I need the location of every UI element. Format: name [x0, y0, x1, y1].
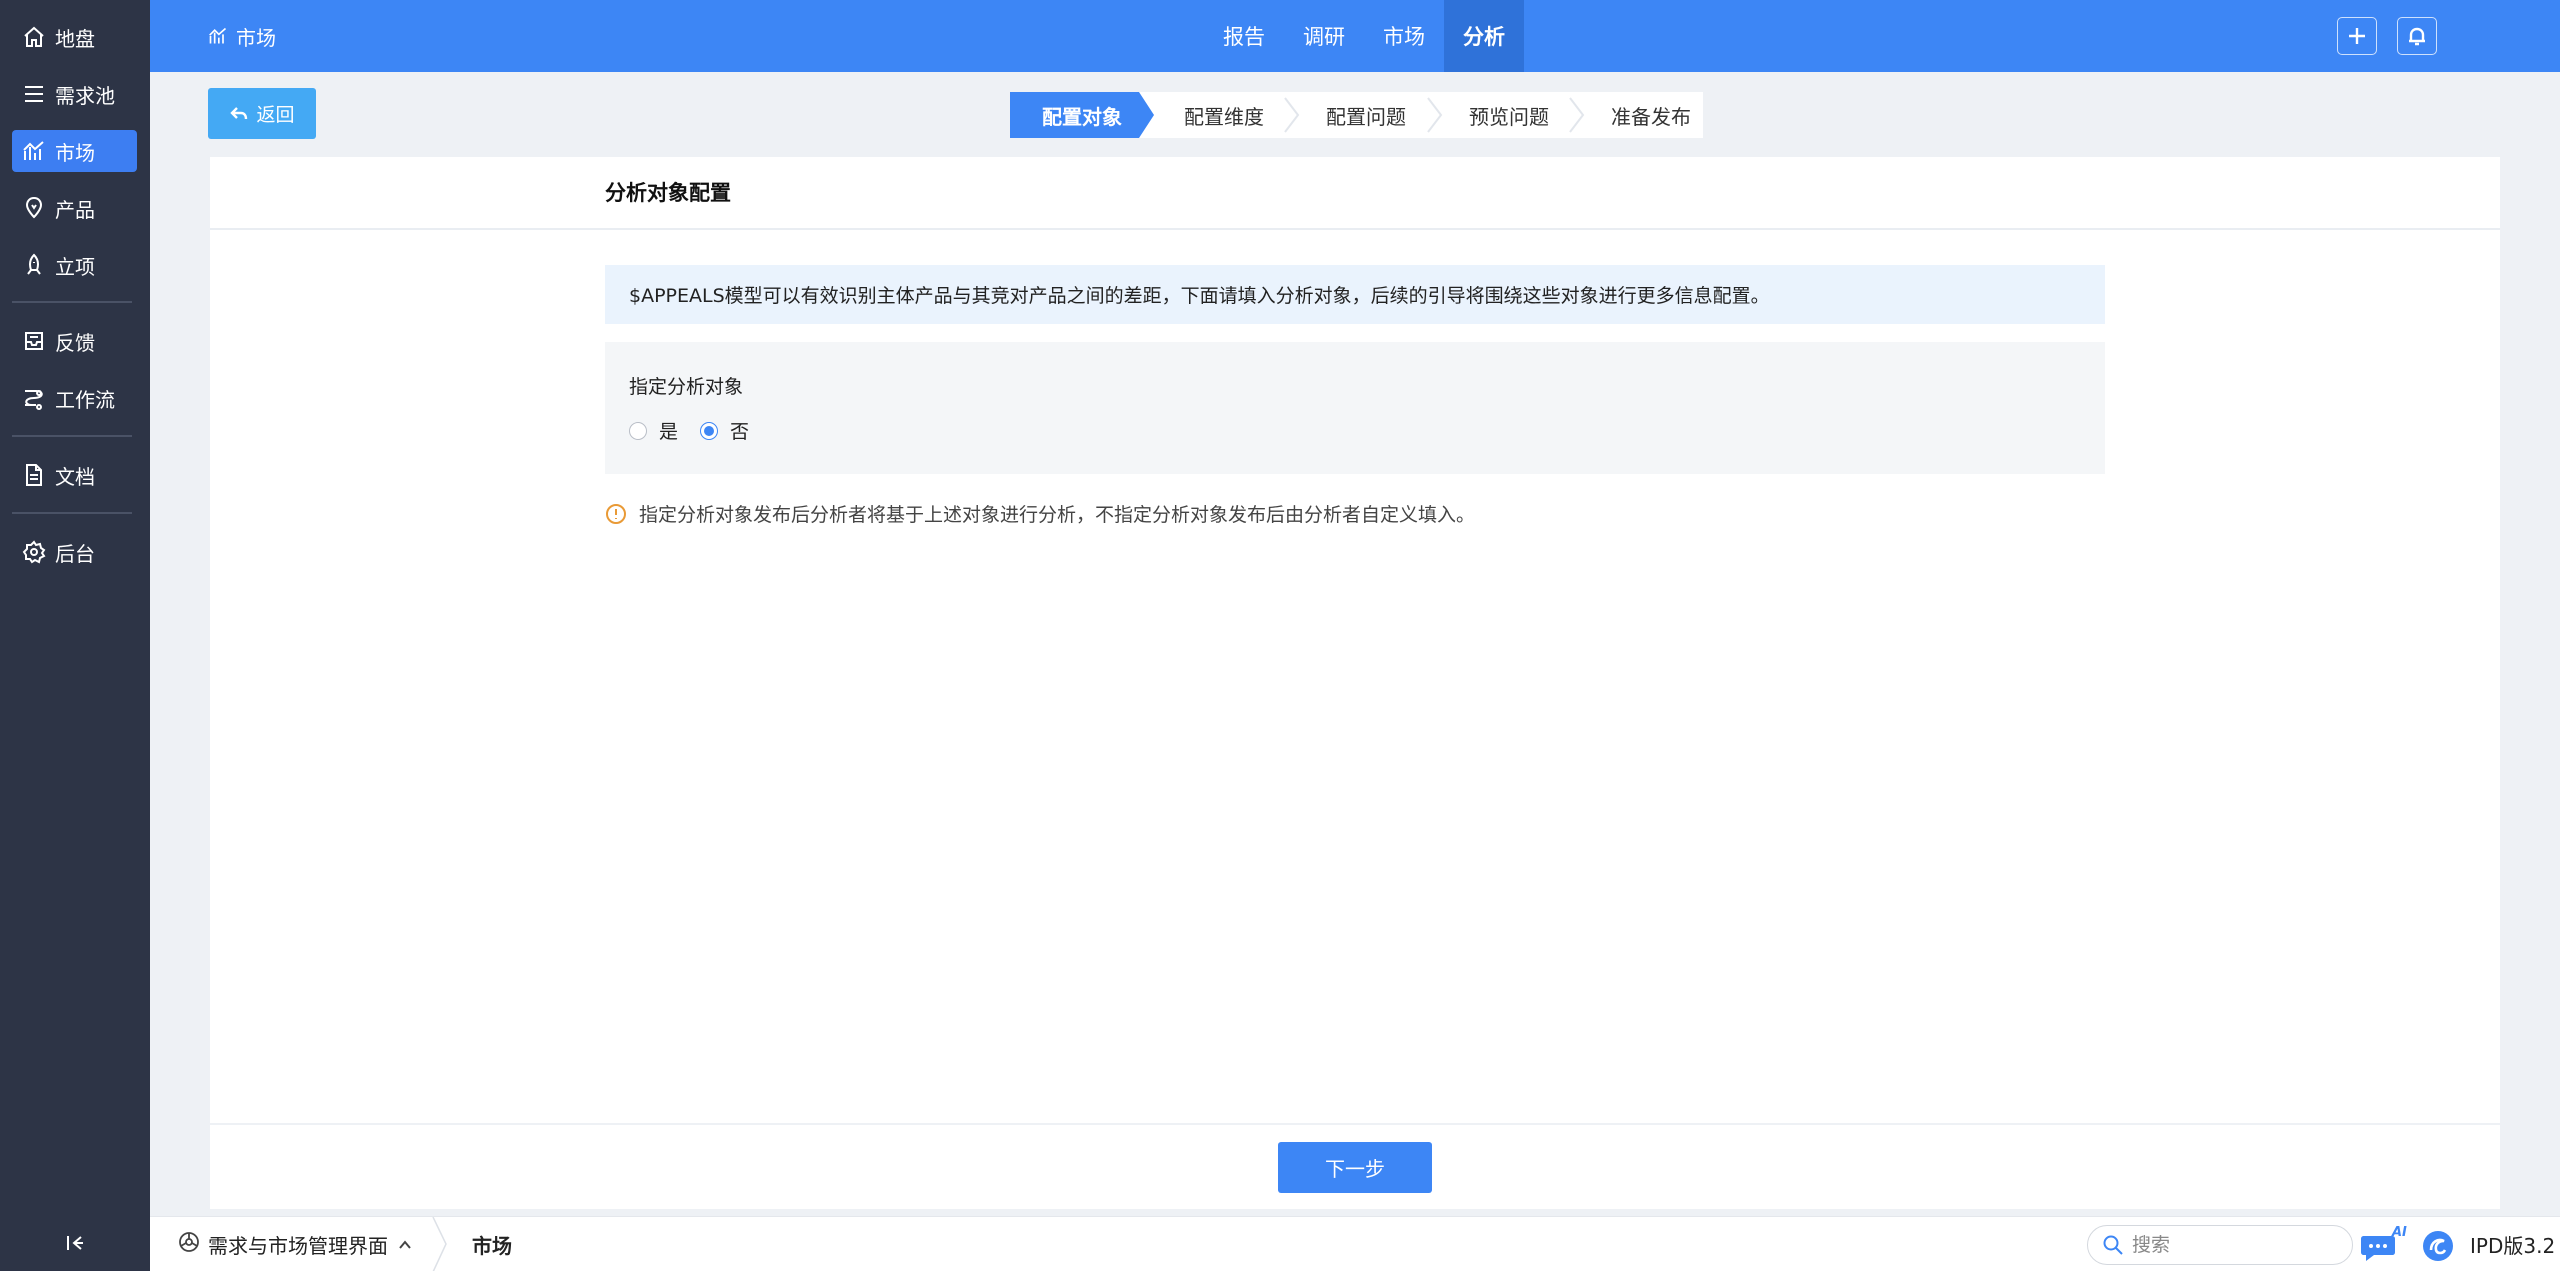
- warning-note: 指定分析对象发布后分析者将基于上述对象进行分析，不指定分析对象发布后由分析者自定…: [605, 500, 1475, 527]
- next-step-button[interactable]: 下一步: [1278, 1142, 1432, 1193]
- nav-research[interactable]: 调研: [1284, 0, 1364, 72]
- warning-text: 指定分析对象发布后分析者将基于上述对象进行分析，不指定分析对象发布后由分析者自定…: [639, 504, 1476, 526]
- inbox-icon: [21, 328, 47, 354]
- document-icon: [21, 462, 47, 488]
- back-button[interactable]: 返回: [208, 88, 316, 139]
- collapse-sidebar-button[interactable]: [62, 1230, 88, 1256]
- search-icon: [2103, 1235, 2123, 1255]
- radio-circle[interactable]: [700, 421, 719, 440]
- option-box: 指定分析对象 是 否: [605, 342, 2105, 474]
- radio-no-label: 否: [730, 421, 750, 443]
- sidebar-divider: [12, 301, 132, 303]
- sidebar-item-gongzuoliu[interactable]: 工作流: [12, 377, 137, 419]
- reply-arrow-icon: [230, 106, 248, 119]
- plus-icon: [2349, 28, 2365, 44]
- nav-analysis[interactable]: 分析: [1444, 0, 1524, 72]
- sidebar-item-label: 后台: [55, 541, 95, 566]
- sidebar-item-dipan[interactable]: 地盘: [12, 16, 137, 58]
- option-label: 指定分析对象: [629, 376, 744, 398]
- info-box: $APPEALS模型可以有效识别主体产品与其竞对产品之间的差距，下面请填入分析对…: [605, 265, 2105, 324]
- chart-icon: [21, 138, 47, 164]
- top-header: 市场 报告 调研 市场 分析 A: [150, 0, 2560, 72]
- sidebar-item-lixiang[interactable]: 立项: [12, 244, 137, 286]
- sidebar-item-label: 工作流: [55, 387, 115, 412]
- list-icon: [21, 81, 47, 107]
- step-ready-publish[interactable]: 准备发布: [1580, 92, 1722, 138]
- bell-icon: [2409, 27, 2425, 46]
- sidebar-divider: [12, 435, 132, 437]
- sidebar-item-houtai[interactable]: 后台: [12, 531, 137, 573]
- sidebar-item-label: 产品: [55, 197, 95, 222]
- sidebar-item-label: 地盘: [55, 26, 95, 51]
- sidebar-item-fankui[interactable]: 反馈: [12, 320, 137, 362]
- gear-icon: [21, 539, 47, 565]
- chevron-up-icon: [388, 1233, 412, 1257]
- product-logo-icon: [2422, 1230, 2454, 1262]
- sidebar-item-label: 文档: [55, 464, 95, 489]
- chart-icon: [209, 27, 227, 44]
- radio-yes-label: 是: [659, 421, 679, 443]
- rocket-icon: [21, 252, 47, 278]
- status-bar: 需求与市场管理界面 市场 AI IPD版3.2: [150, 1216, 2560, 1271]
- workflow-icon: [21, 385, 47, 411]
- search-input[interactable]: [2132, 1234, 2322, 1256]
- radio-circle[interactable]: [629, 421, 647, 440]
- step-config-object[interactable]: 配置对象: [1010, 92, 1154, 138]
- breadcrumb[interactable]: 市场: [472, 1217, 512, 1271]
- sidebar-item-chanpin[interactable]: 产品: [12, 187, 137, 229]
- collapse-left-icon: [67, 1236, 83, 1250]
- sidebar-item-label: 需求池: [55, 83, 115, 108]
- app-menu-dropdown[interactable]: 需求与市场管理界面: [178, 1217, 412, 1271]
- search-box[interactable]: [2087, 1225, 2353, 1265]
- bulb-icon: [21, 195, 47, 221]
- sidebar-item-label: 反馈: [55, 330, 95, 355]
- ai-assistant-button[interactable]: AI: [2360, 1225, 2407, 1263]
- notifications-button[interactable]: [2397, 17, 2437, 55]
- warning-icon: [606, 503, 626, 524]
- radio-group: 是 否: [629, 417, 771, 444]
- step-config-dimension[interactable]: 配置维度: [1154, 92, 1294, 138]
- header-title: 市场: [208, 0, 276, 72]
- step-config-questions[interactable]: 配置问题: [1294, 92, 1438, 138]
- home-icon: [21, 24, 47, 50]
- app-menu-icon: [178, 1231, 208, 1258]
- sidebar-item-xuqiuchi[interactable]: 需求池: [12, 73, 137, 115]
- step-preview-questions[interactable]: 预览问题: [1438, 92, 1580, 138]
- config-card: 分析对象配置 $APPEALS模型可以有效识别主体产品与其竞对产品之间的差距，下…: [210, 157, 2500, 1207]
- radio-no[interactable]: 否: [700, 417, 749, 444]
- version-label: IPD版3.2: [2470, 1234, 2556, 1258]
- sidebar-item-label: 立项: [55, 254, 95, 279]
- header-nav: 报告 调研 市场 分析: [1204, 0, 1524, 72]
- step-wizard: 配置对象 配置维度 配置问题 预览问题 准备发布: [1010, 92, 1703, 138]
- sidebar-item-label: 市场: [55, 140, 95, 165]
- sidebar: 地盘 需求池 市场 产品 立项 反馈 工作流 文档 后台: [0, 0, 150, 1271]
- app-menu-label: 需求与市场管理界面: [208, 1234, 388, 1258]
- card-footer: 下一步: [210, 1123, 2500, 1209]
- nav-report[interactable]: 报告: [1204, 0, 1284, 72]
- sidebar-item-wendang[interactable]: 文档: [12, 454, 137, 496]
- add-button[interactable]: [2337, 17, 2377, 55]
- ai-tag: AI: [2392, 1225, 2407, 1240]
- card-divider: [210, 228, 2500, 230]
- sidebar-divider: [12, 512, 132, 514]
- card-title: 分析对象配置: [605, 181, 731, 205]
- sidebar-item-shichang[interactable]: 市场: [12, 130, 137, 172]
- header-title-text: 市场: [236, 25, 276, 50]
- nav-market[interactable]: 市场: [1364, 0, 1444, 72]
- radio-yes[interactable]: 是: [629, 417, 678, 444]
- back-button-label: 返回: [256, 104, 295, 126]
- chat-bubble-icon: [2361, 1236, 2395, 1261]
